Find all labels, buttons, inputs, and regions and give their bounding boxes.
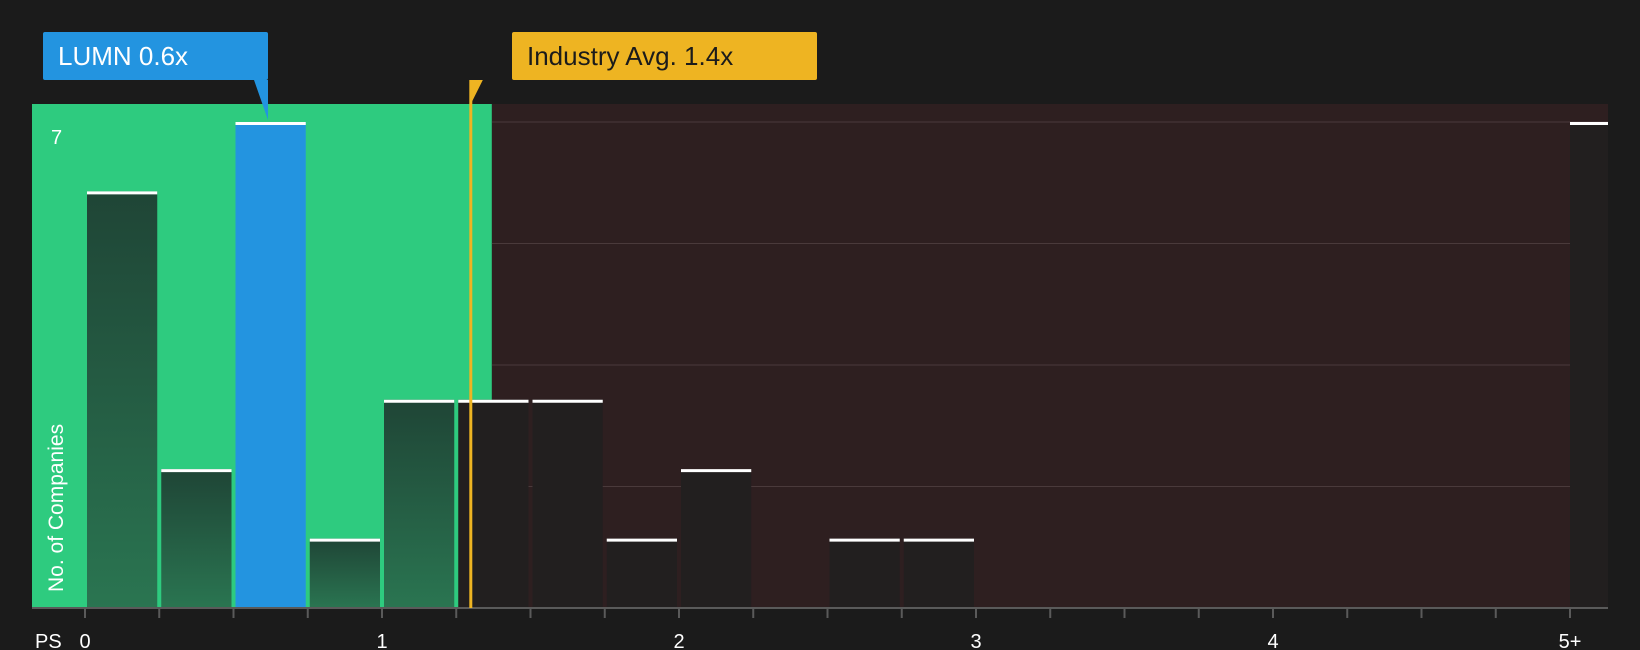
- bar: [161, 469, 232, 608]
- bar-company: [235, 122, 306, 608]
- bar: [1570, 122, 1608, 608]
- industry-average-callout: Industry Avg. 1.4x: [512, 32, 817, 80]
- ps-histogram-chart: 0 1 2 3 4 5+ 7 No. of Companies PS: [32, 80, 1608, 650]
- x-tick-label: 2: [673, 631, 684, 650]
- y-axis-label: No. of Companies: [45, 424, 68, 592]
- x-axis-label: PS: [35, 631, 62, 650]
- x-tick-label: 5+: [1559, 631, 1582, 650]
- overvalued-zone: [491, 104, 1608, 608]
- industry-callout-pointer: [470, 80, 483, 104]
- bar: [606, 538, 677, 608]
- bar: [309, 538, 380, 608]
- company-callout: LUMN 0.6x: [43, 32, 268, 80]
- x-tick-label: 3: [970, 631, 981, 650]
- bar: [532, 399, 603, 608]
- x-axis: 0 1 2 3 4 5+: [32, 607, 1608, 650]
- x-tick-label: 4: [1267, 631, 1278, 650]
- y-max-label: 7: [51, 127, 62, 149]
- bar: [903, 538, 974, 608]
- bar: [87, 191, 158, 608]
- bar: [829, 538, 900, 608]
- x-tick-label: 1: [376, 631, 387, 650]
- x-tick-label: 0: [79, 631, 90, 650]
- bar: [681, 469, 752, 608]
- bar: [384, 399, 455, 608]
- bar: [458, 399, 529, 608]
